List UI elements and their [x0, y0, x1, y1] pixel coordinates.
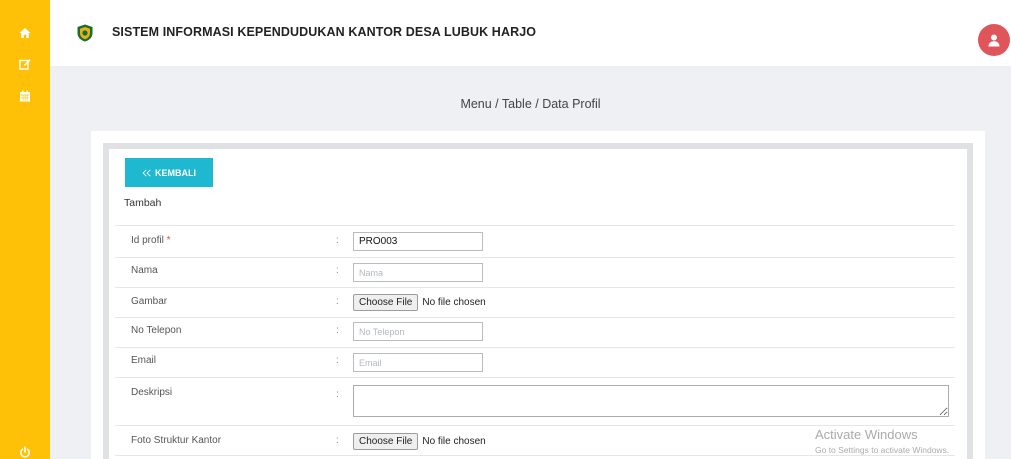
foto-struktur-file-input: Choose File No file chosen: [353, 433, 486, 450]
colon-separator: :: [336, 389, 339, 400]
row-divider: [115, 347, 955, 348]
colon-separator: :: [336, 265, 339, 276]
sidebar: [0, 0, 50, 459]
row-divider: [115, 225, 955, 226]
back-button[interactable]: KEMBALI: [125, 158, 213, 187]
deskripsi-label: Deskripsi: [131, 387, 173, 398]
calendar-icon[interactable]: [0, 90, 50, 102]
gambar-file-input: Choose File No file chosen: [353, 294, 486, 311]
colon-separator: :: [336, 325, 339, 336]
edit-icon[interactable]: [0, 58, 50, 70]
id-profil-label-text: Id profil: [131, 235, 164, 246]
activate-windows-watermark: Activate Windows Go to Settings to activ…: [815, 427, 949, 455]
colon-separator: :: [336, 435, 339, 446]
foto-struktur-file-status: No file chosen: [422, 436, 486, 447]
id-profil-label: Id profil *: [131, 235, 170, 246]
home-icon[interactable]: [0, 27, 50, 39]
app-title: SISTEM INFORMASI KEPENDUDUKAN KANTOR DES…: [112, 25, 537, 39]
back-button-label: KEMBALI: [155, 167, 196, 178]
top-bar: SISTEM INFORMASI KEPENDUDUKAN KANTOR DES…: [50, 0, 1011, 66]
user-avatar[interactable]: [978, 24, 1010, 56]
no-telepon-label: No Telepon: [131, 325, 182, 336]
row-divider: [115, 425, 955, 426]
id-profil-input[interactable]: [353, 232, 483, 251]
section-title: Tambah: [124, 197, 162, 209]
shield-logo-icon: [77, 24, 93, 42]
gambar-file-status: No file chosen: [422, 297, 486, 308]
deskripsi-textarea[interactable]: [353, 385, 949, 417]
watermark-subtitle: Go to Settings to activate Windows.: [815, 445, 950, 455]
foto-struktur-label: Foto Struktur Kantor: [131, 435, 222, 446]
row-divider: [115, 455, 955, 456]
row-divider: [115, 287, 955, 288]
row-divider: [115, 257, 955, 258]
double-chevron-left-icon: [142, 169, 151, 176]
foto-struktur-choose-file-button[interactable]: Choose File: [353, 433, 419, 450]
row-divider: [115, 377, 955, 378]
gambar-choose-file-button[interactable]: Choose File: [353, 294, 419, 311]
watermark-title: Activate Windows: [815, 427, 918, 442]
user-icon: [988, 34, 1000, 47]
no-telepon-input[interactable]: [353, 322, 483, 341]
email-label: Email: [131, 355, 157, 366]
colon-separator: :: [336, 355, 339, 366]
breadcrumb: Menu / Table / Data Profil: [460, 97, 601, 111]
nama-label: Nama: [131, 265, 158, 276]
nama-input[interactable]: [353, 263, 483, 282]
colon-separator: :: [336, 296, 339, 307]
required-mark: *: [166, 235, 171, 246]
colon-separator: :: [336, 235, 339, 246]
email-input[interactable]: [353, 353, 483, 372]
gambar-label: Gambar: [131, 296, 168, 307]
power-icon[interactable]: [0, 446, 50, 458]
row-divider: [115, 317, 955, 318]
